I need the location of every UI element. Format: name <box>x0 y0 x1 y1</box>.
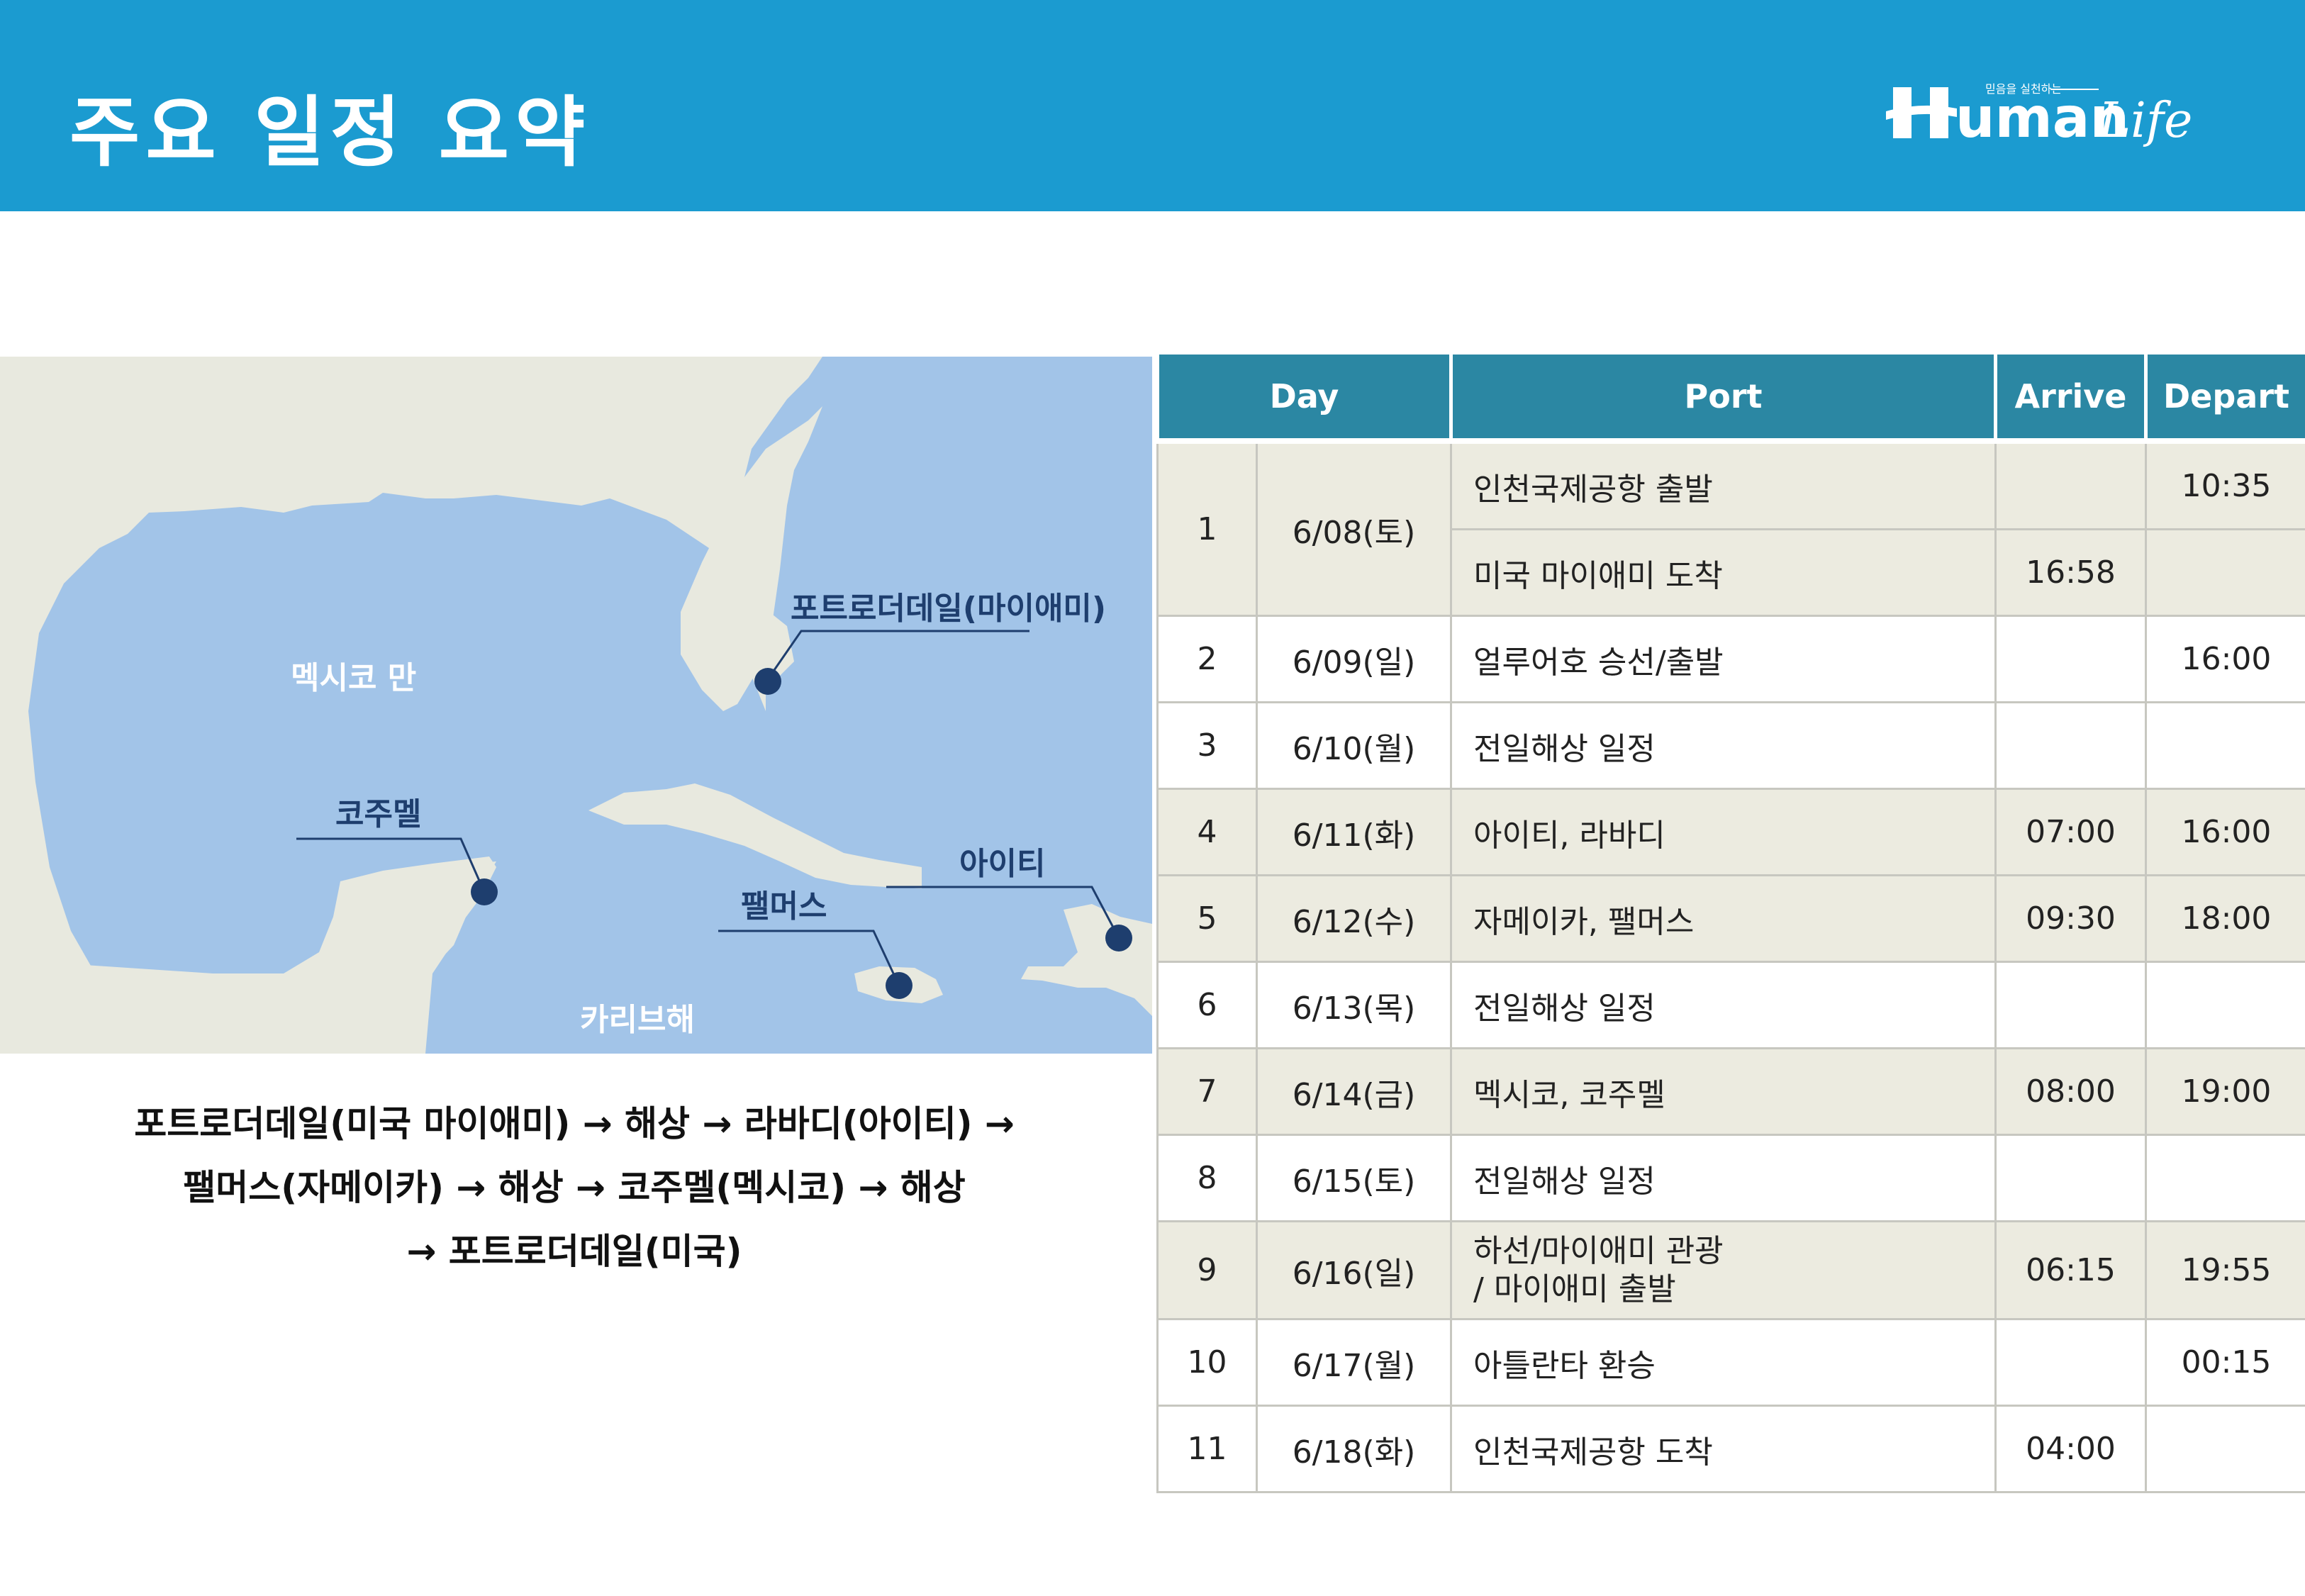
cell-date: 6/10(월) <box>1255 701 1453 790</box>
label-haiti: 아이티 <box>959 846 1045 882</box>
human-life-logo: uman Life 믿음을 실천하는 <box>1886 82 2192 150</box>
table-row: 10 6/17(월) 아틀란타 환승 00:15 <box>1156 1318 2305 1407</box>
cell-day-number: 8 <box>1156 1134 1258 1222</box>
table-row: 6 6/13(목) 전일해상 일정 <box>1156 961 2305 1049</box>
cell-port: 미국 마이애미 도착 <box>1450 528 1997 617</box>
cell-date: 6/09(일) <box>1255 615 1453 703</box>
cell-arrive: 06:15 <box>1994 1220 2148 1320</box>
table-row: 3 6/10(월) 전일해상 일정 <box>1156 701 2305 790</box>
cell-arrive <box>1994 961 2148 1049</box>
cell-date: 6/16(일) <box>1255 1220 1453 1320</box>
route-line-2: 팰머스(자메이카) → 해상 → 코주멜(멕시코) → 해상 <box>183 1167 966 1208</box>
cell-depart <box>2145 961 2305 1049</box>
schedule-table: Day Port Arrive Depart 1 6/08(토) 인천국제공항 … <box>1155 355 2305 1493</box>
cell-port: 아틀란타 환승 <box>1450 1318 1997 1407</box>
header-arrive: Arrive <box>1994 355 2148 444</box>
cell-arrive <box>1994 1318 2148 1407</box>
cell-depart <box>2145 1405 2305 1493</box>
cell-arrive: 09:30 <box>1994 874 2148 963</box>
header-port: Port <box>1449 355 1998 444</box>
cell-date: 6/08(토) <box>1255 440 1453 617</box>
cell-port: 전일해상 일정 <box>1450 1134 1997 1222</box>
cell-day-number: 3 <box>1156 701 1258 790</box>
cell-date: 6/15(토) <box>1255 1134 1453 1222</box>
cell-arrive <box>1994 440 2148 530</box>
page-title: 주요 일정 요약 <box>69 89 591 177</box>
cell-day-number: 7 <box>1156 1047 1258 1136</box>
header-depart: Depart <box>2144 355 2305 444</box>
cell-day-number: 1 <box>1156 440 1258 617</box>
cell-port: 멕시코, 코주멜 <box>1450 1047 1997 1136</box>
cell-depart: 16:00 <box>2145 615 2305 703</box>
table-row: 9 6/16(일) 하선/마이애미 관광 / 마이애미 출발 06:15 19:… <box>1156 1220 2305 1320</box>
logo-h-mark <box>1886 87 1957 138</box>
cell-depart: 10:35 <box>2145 440 2305 530</box>
cell-port: 인천국제공항 출발 <box>1450 440 1997 530</box>
cell-arrive: 08:00 <box>1994 1047 2148 1136</box>
cell-port-line-2: / 마이애미 출발 <box>1473 1271 1676 1307</box>
cell-arrive <box>1994 615 2148 703</box>
table-row: 4 6/11(화) 아이티, 라바디 07:00 16:00 <box>1156 788 2305 876</box>
cell-day-number: 4 <box>1156 788 1258 876</box>
table-row: 8 6/15(토) 전일해상 일정 <box>1156 1134 2305 1222</box>
table-row: 2 6/09(일) 얼루어호 승선/출발 16:00 <box>1156 615 2305 703</box>
cell-day-number: 11 <box>1156 1405 1258 1493</box>
cell-depart <box>2145 701 2305 790</box>
marker-cozumel <box>471 878 498 905</box>
label-fort-lauderdale: 포트로더데일(마이애미) <box>791 591 1106 627</box>
cell-day-number: 10 <box>1156 1318 1258 1407</box>
cell-depart: 18:00 <box>2145 874 2305 963</box>
table-row: 11 6/18(화) 인천국제공항 도착 04:00 <box>1156 1405 2305 1493</box>
table-header-row: Day Port Arrive Depart <box>1155 355 2305 444</box>
logo-script-text: Life <box>2097 93 2192 149</box>
cell-port: 전일해상 일정 <box>1450 961 1997 1049</box>
label-palmas: 팰머스 <box>741 888 827 925</box>
table-row: 5 6/12(수) 자메이카, 팰머스 09:30 18:00 <box>1156 874 2305 963</box>
table-row: 7 6/14(금) 멕시코, 코주멜 08:00 19:00 <box>1156 1047 2305 1136</box>
cell-date: 6/18(화) <box>1255 1405 1453 1493</box>
cell-depart: 00:15 <box>2145 1318 2305 1407</box>
cell-date: 6/14(금) <box>1255 1047 1453 1136</box>
cell-port: 아이티, 라바디 <box>1450 788 1997 876</box>
cell-day-number: 6 <box>1156 961 1258 1049</box>
cell-day-number: 9 <box>1156 1220 1258 1320</box>
cell-arrive: 07:00 <box>1994 788 2148 876</box>
marker-fort-lauderdale <box>754 668 781 695</box>
route-summary: 포트로더데일(미국 마이애미) → 해상 → 라바디(아이티) → 팰머스(자메… <box>43 1092 1106 1283</box>
cell-depart <box>2145 1134 2305 1222</box>
cell-port-line-1: 하선/마이애미 관광 <box>1473 1232 1724 1269</box>
cell-depart <box>2145 528 2305 617</box>
logo-tagline: 믿음을 실천하는 <box>1985 82 2062 96</box>
table-row: 1 6/08(토) 인천국제공항 출발 10:35 <box>1156 440 2305 617</box>
label-gulf-of-mexico: 멕시코 만 <box>291 660 416 696</box>
cell-port: 인천국제공항 도착 <box>1450 1405 1997 1493</box>
cell-date: 6/13(목) <box>1255 961 1453 1049</box>
route-line-3: → 포트로더데일(미국) <box>406 1231 742 1272</box>
cell-day-number: 5 <box>1156 874 1258 963</box>
header-bar: 주요 일정 요약 uman Life 믿음을 실천하는 <box>0 0 2305 211</box>
header-day: Day <box>1155 355 1453 444</box>
marker-haiti <box>1105 925 1132 952</box>
cell-arrive <box>1994 701 2148 790</box>
cell-arrive: 16:58 <box>1994 528 2148 617</box>
cell-date: 6/12(수) <box>1255 874 1453 963</box>
cell-depart: 19:55 <box>2145 1220 2305 1320</box>
cell-port: 하선/마이애미 관광 / 마이애미 출발 <box>1450 1220 1997 1320</box>
cell-arrive: 04:00 <box>1994 1405 2148 1493</box>
label-cozumel: 코주멜 <box>335 796 421 832</box>
cell-port: 전일해상 일정 <box>1450 701 1997 790</box>
cell-date: 6/17(월) <box>1255 1318 1453 1407</box>
cell-port: 자메이카, 팰머스 <box>1450 874 1997 963</box>
marker-palmas <box>886 972 912 999</box>
cell-date: 6/11(화) <box>1255 788 1453 876</box>
cell-port: 얼루어호 승선/출발 <box>1450 615 1997 703</box>
caribbean-map: 포트로더데일(마이애미) 멕시코 만 코주멜 아이티 팰머스 카리브해 <box>0 357 1152 1054</box>
label-caribbean-sea: 카리브해 <box>580 1002 695 1038</box>
cell-day-number: 2 <box>1156 615 1258 703</box>
cell-depart: 19:00 <box>2145 1047 2305 1136</box>
cell-arrive <box>1994 1134 2148 1222</box>
cell-depart: 16:00 <box>2145 788 2305 876</box>
route-line-1: 포트로더데일(미국 마이애미) → 해상 → 라바디(아이티) → <box>134 1103 1015 1144</box>
